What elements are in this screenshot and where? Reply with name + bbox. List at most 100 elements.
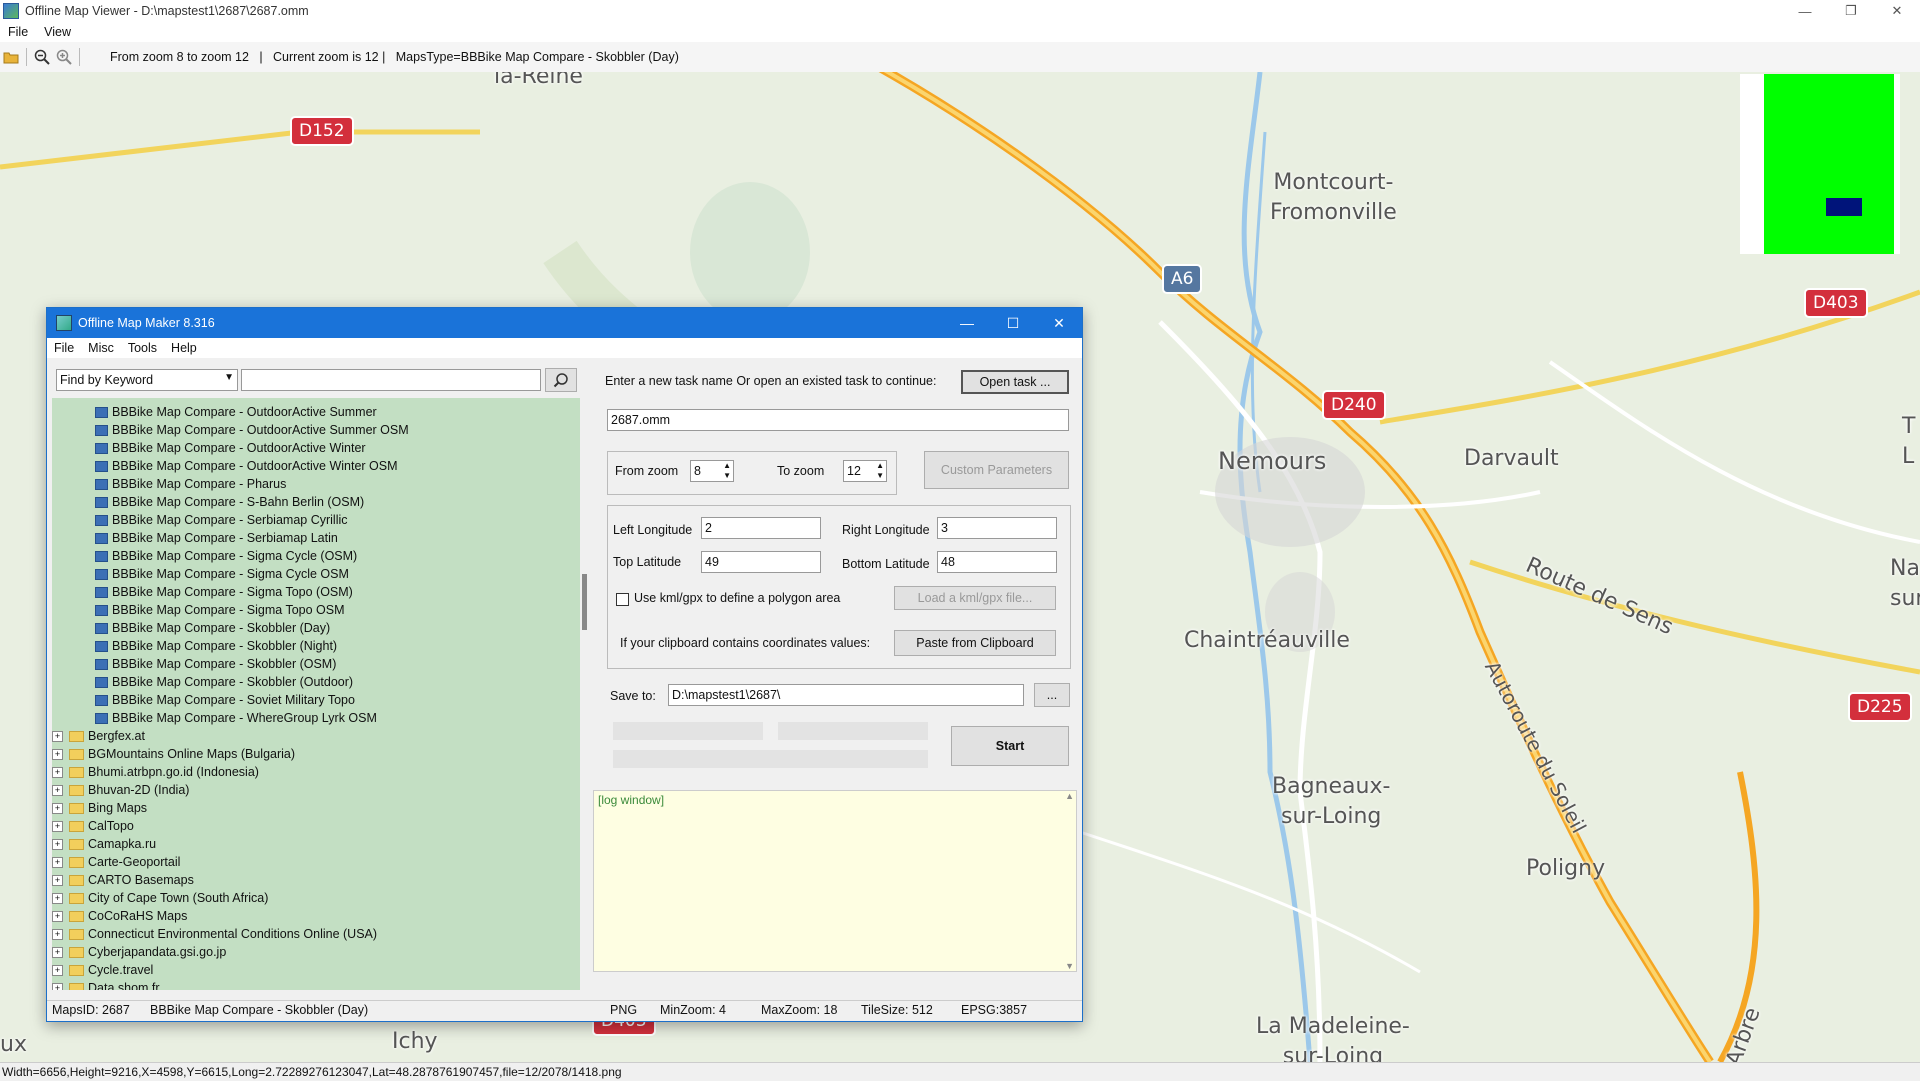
maximize-button[interactable]: ❐ (1828, 0, 1874, 22)
map-label-poligny: Poligny (1526, 856, 1606, 881)
expand-icon[interactable]: + (52, 856, 63, 868)
tree-folder-item[interactable]: + Bhumi.atrbpn.go.id (Indonesia) (52, 763, 259, 781)
tree-leaf-item[interactable]: BBBike Map Compare - Serbiamap Cyrillic (95, 511, 348, 529)
dialog-minimize-button[interactable]: — (944, 308, 990, 338)
tree-folder-item[interactable]: + Cyberjapandata.gsi.go.jp (52, 943, 226, 961)
folder-icon (69, 784, 84, 796)
top-latitude-input[interactable]: 49 (701, 551, 821, 573)
tree-leaf-item[interactable]: BBBike Map Compare - Skobbler (Day) (95, 619, 330, 637)
expand-icon[interactable]: + (52, 874, 63, 886)
tree-folder-label: Bhuvan-2D (India) (88, 783, 190, 797)
expand-icon[interactable]: + (52, 784, 63, 796)
tree-leaf-item[interactable]: BBBike Map Compare - Sigma Cycle (OSM) (95, 547, 357, 565)
tree-folder-item[interactable]: + Bergfex.at (52, 727, 145, 745)
save-path-input[interactable]: D:\mapstest1\2687\ (668, 684, 1024, 706)
open-task-button[interactable]: Open task ... (961, 370, 1069, 394)
paste-clipboard-button[interactable]: Paste from Clipboard (894, 630, 1056, 656)
tree-leaf-item[interactable]: BBBike Map Compare - S-Bahn Berlin (OSM) (95, 493, 364, 511)
to-zoom-stepper[interactable]: 12 ▲ ▼ (843, 460, 887, 482)
log-window[interactable]: [log window] ▲ ▼ (593, 790, 1077, 972)
expand-icon[interactable]: + (52, 910, 63, 922)
expand-icon[interactable]: + (52, 766, 63, 778)
scroll-down-icon[interactable]: ▼ (1065, 961, 1074, 971)
tree-scroll-thumb[interactable] (582, 574, 587, 630)
tree-leaf-item[interactable]: BBBike Map Compare - OutdoorActive Summe… (95, 421, 409, 439)
tree-leaf-item[interactable]: BBBike Map Compare - OutdoorActive Winte… (95, 439, 366, 457)
kml-checkbox[interactable] (616, 593, 629, 606)
expand-icon[interactable]: + (52, 946, 63, 958)
search-input[interactable] (241, 369, 541, 391)
status-max-zoom: MaxZoom: 18 (761, 1003, 838, 1017)
tree-folder-item[interactable]: + BGMountains Online Maps (Bulgaria) (52, 745, 295, 763)
open-folder-icon[interactable] (0, 46, 22, 68)
tree-leaf-item[interactable]: BBBike Map Compare - WhereGroup Lyrk OSM (95, 709, 377, 727)
folder-icon (69, 874, 84, 886)
progress-bar-1 (613, 722, 763, 740)
start-button[interactable]: Start (951, 726, 1069, 766)
right-longitude-input[interactable]: 3 (937, 517, 1057, 539)
tree-leaf-item[interactable]: BBBike Map Compare - Pharus (95, 475, 286, 493)
tree-folder-item[interactable]: + CalTopo (52, 817, 134, 835)
tree-leaf-label: BBBike Map Compare - OutdoorActive Summe… (112, 405, 377, 419)
expand-icon[interactable]: + (52, 964, 63, 976)
tree-leaf-item[interactable]: BBBike Map Compare - OutdoorActive Summe… (95, 403, 377, 421)
load-kml-button[interactable]: Load a kml/gpx file... (894, 586, 1056, 610)
task-name-input[interactable]: 2687.omm (607, 409, 1069, 431)
dialog-maximize-button[interactable]: ☐ (990, 308, 1036, 338)
expand-icon[interactable]: + (52, 820, 63, 832)
search-button[interactable] (545, 368, 577, 392)
tree-folder-item[interactable]: + Bing Maps (52, 799, 147, 817)
from-zoom-stepper[interactable]: 8 ▲ ▼ (690, 460, 734, 482)
minimize-button[interactable]: — (1782, 0, 1828, 22)
dialog-menu-tools[interactable]: Tools (121, 341, 164, 355)
tree-folder-item[interactable]: + CARTO Basemaps (52, 871, 194, 889)
expand-icon[interactable]: + (52, 838, 63, 850)
tree-folder-item[interactable]: + Data.shom.fr (52, 979, 160, 990)
search-mode-select[interactable]: Find by Keyword ▼ (56, 369, 238, 391)
tree-folder-item[interactable]: + Connecticut Environmental Conditions On… (52, 925, 377, 943)
zoom-out-icon[interactable] (31, 46, 53, 68)
expand-icon[interactable]: + (52, 802, 63, 814)
tree-leaf-item[interactable]: BBBike Map Compare - Sigma Topo OSM (95, 601, 345, 619)
expand-icon[interactable]: + (52, 730, 63, 742)
bottom-latitude-input[interactable]: 48 (937, 551, 1057, 573)
dialog-menu-help[interactable]: Help (164, 341, 204, 355)
tree-scrollbar[interactable] (580, 398, 592, 990)
tree-leaf-item[interactable]: BBBike Map Compare - OutdoorActive Winte… (95, 457, 398, 475)
dialog-menu-misc[interactable]: Misc (81, 341, 121, 355)
tree-leaf-item[interactable]: BBBike Map Compare - Sigma Topo (OSM) (95, 583, 353, 601)
tree-leaf-item[interactable]: BBBike Map Compare - Sigma Cycle OSM (95, 565, 349, 583)
expand-icon[interactable]: + (52, 982, 63, 990)
expand-icon[interactable]: + (52, 748, 63, 760)
tree-folder-item[interactable]: + Bhuvan-2D (India) (52, 781, 189, 799)
tree-leaf-item[interactable]: BBBike Map Compare - Skobbler (Night) (95, 637, 337, 655)
tree-folder-item[interactable]: + Carte-Geoportail (52, 853, 180, 871)
scroll-up-icon[interactable]: ▲ (1065, 791, 1074, 801)
left-longitude-input[interactable]: 2 (701, 517, 821, 539)
zoom-in-icon[interactable] (53, 46, 75, 68)
tree-folder-item[interactable]: + CoCoRaHS Maps (52, 907, 187, 925)
stepper-arrows-icon[interactable]: ▲ ▼ (723, 461, 731, 481)
status-bar: Width=6656,Height=9216,X=4598,Y=6615,Lon… (0, 1062, 1920, 1081)
tree-folder-item[interactable]: + City of Cape Town (South Africa) (52, 889, 268, 907)
tree-folder-item[interactable]: + Cycle.travel (52, 961, 153, 979)
menu-view[interactable]: View (36, 25, 79, 39)
expand-icon[interactable]: + (52, 928, 63, 940)
overview-viewport-marker[interactable] (1826, 198, 1862, 216)
chevron-down-icon: ▼ (224, 372, 234, 383)
dialog-menu-file[interactable]: File (47, 341, 81, 355)
menu-file[interactable]: File (0, 25, 36, 39)
tree-leaf-item[interactable]: BBBike Map Compare - Soviet Military Top… (95, 691, 355, 709)
map-source-tree[interactable]: BBBike Map Compare - OutdoorActive Summe… (52, 398, 580, 990)
close-button[interactable]: ✕ (1874, 0, 1920, 22)
stepper-arrows-icon[interactable]: ▲ ▼ (876, 461, 884, 481)
tree-leaf-item[interactable]: BBBike Map Compare - Serbiamap Latin (95, 529, 338, 547)
tree-leaf-item[interactable]: BBBike Map Compare - Skobbler (Outdoor) (95, 673, 353, 691)
tree-folder-item[interactable]: + Camapka.ru (52, 835, 156, 853)
browse-button[interactable]: ... (1034, 683, 1070, 707)
custom-parameters-button[interactable]: Custom Parameters (924, 451, 1069, 489)
dialog-close-button[interactable]: ✕ (1036, 308, 1082, 338)
tree-leaf-item[interactable]: BBBike Map Compare - Skobbler (OSM) (95, 655, 336, 673)
expand-icon[interactable]: + (52, 892, 63, 904)
overview-minimap[interactable] (1740, 74, 1900, 254)
